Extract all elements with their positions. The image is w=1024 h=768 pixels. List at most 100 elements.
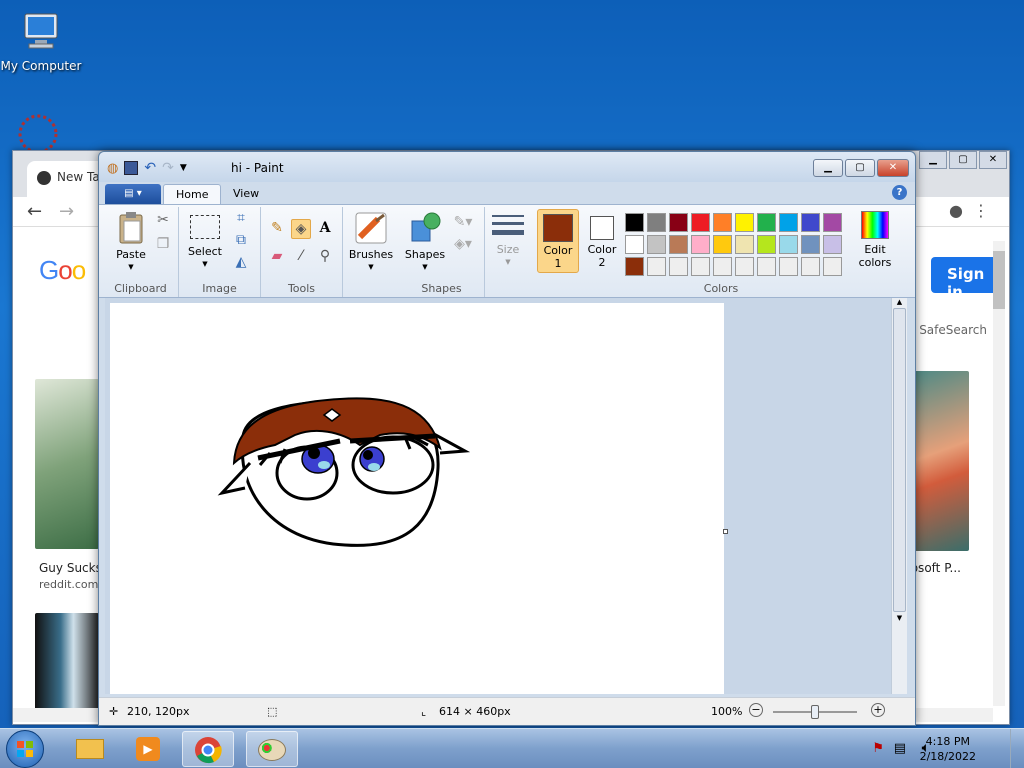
- palette-swatch[interactable]: [801, 257, 820, 276]
- forward-icon[interactable]: →: [59, 201, 74, 222]
- sign-in-button[interactable]: Sign in: [931, 257, 995, 301]
- zoom-out-button[interactable]: −: [749, 703, 763, 717]
- palette-swatch[interactable]: [669, 213, 688, 232]
- palette-swatch[interactable]: [669, 257, 688, 276]
- palette-swatch[interactable]: [735, 257, 754, 276]
- palette-swatch[interactable]: [779, 235, 798, 254]
- rotate-icon[interactable]: ◭: [231, 253, 251, 273]
- color1-button[interactable]: Color 1: [537, 209, 579, 273]
- back-icon[interactable]: ←: [27, 201, 42, 222]
- color-picker-icon[interactable]: ⁄: [291, 247, 311, 267]
- cut-icon[interactable]: ✂: [153, 211, 173, 231]
- chrome-maximize-button[interactable]: ▢: [949, 151, 977, 169]
- color2-button[interactable]: Color 2: [581, 209, 623, 273]
- canvas-resize-handle[interactable]: [723, 529, 728, 534]
- action-center-icon[interactable]: ⚑: [872, 741, 884, 756]
- size-button[interactable]: Size ▼: [489, 211, 527, 269]
- palette-swatch[interactable]: [801, 213, 820, 232]
- save-icon[interactable]: [124, 161, 139, 175]
- edit-colors-button[interactable]: Edit colors: [853, 211, 897, 269]
- palette-swatch[interactable]: [779, 257, 798, 276]
- start-button[interactable]: [6, 730, 44, 768]
- scrollbar-thumb[interactable]: [893, 308, 906, 612]
- select-button[interactable]: Select ▼: [183, 213, 227, 271]
- brushes-button[interactable]: Brushes ▼: [347, 211, 395, 274]
- taskbar-explorer[interactable]: [64, 731, 116, 767]
- paint-titlebar[interactable]: ◍ ↶ ↷ ▼ hi - Paint ▁ ▢ ✕: [99, 152, 915, 182]
- chrome-minimize-button[interactable]: ▁: [919, 151, 947, 169]
- result-2-title[interactable]: osoft P...: [911, 561, 961, 575]
- taskbar-media-player[interactable]: ▶: [122, 731, 174, 767]
- outline-icon[interactable]: ✎▾: [453, 213, 473, 233]
- eraser-icon[interactable]: ▰: [267, 247, 287, 267]
- paint-app-icon[interactable]: ◍: [107, 161, 118, 176]
- fill-icon[interactable]: ◈: [291, 219, 311, 239]
- zoom-slider-thumb[interactable]: [811, 705, 819, 719]
- tab-home[interactable]: Home: [163, 184, 222, 204]
- menu-icon[interactable]: ⋮: [973, 201, 989, 220]
- redo-icon[interactable]: ↷: [162, 160, 174, 176]
- palette-swatch[interactable]: [801, 235, 820, 254]
- minimize-button[interactable]: ▁: [813, 159, 843, 177]
- palette-swatch[interactable]: [669, 235, 688, 254]
- zoom-in-button[interactable]: +: [871, 703, 885, 717]
- palette-swatch[interactable]: [823, 213, 842, 232]
- palette-swatch[interactable]: [823, 257, 842, 276]
- chrome-close-button[interactable]: ✕: [979, 151, 1007, 169]
- shapes-button[interactable]: Shapes ▼: [401, 211, 449, 274]
- result-image-1[interactable]: [35, 379, 99, 549]
- help-icon[interactable]: ?: [892, 185, 907, 200]
- text-icon[interactable]: A: [315, 219, 335, 239]
- palette-swatch[interactable]: [625, 213, 644, 232]
- palette-swatch[interactable]: [691, 213, 710, 232]
- chrome-scrollbar[interactable]: [993, 241, 1005, 706]
- palette-swatch[interactable]: [823, 235, 842, 254]
- network-icon[interactable]: ▤: [894, 741, 906, 756]
- taskbar-paint[interactable]: [246, 731, 298, 767]
- palette-swatch[interactable]: [625, 257, 644, 276]
- palette-swatch[interactable]: [647, 213, 666, 232]
- palette-swatch[interactable]: [625, 235, 644, 254]
- palette-swatch[interactable]: [647, 235, 666, 254]
- qat-dropdown-icon[interactable]: ▼: [180, 163, 187, 173]
- palette-swatch[interactable]: [757, 235, 776, 254]
- palette-swatch[interactable]: [735, 235, 754, 254]
- zoom-slider[interactable]: [773, 705, 857, 719]
- resize-icon[interactable]: ⧉: [231, 231, 251, 251]
- taskbar-chrome[interactable]: [182, 731, 234, 767]
- palette-swatch[interactable]: [757, 257, 776, 276]
- canvas-vertical-scrollbar[interactable]: ▲ ▼: [891, 298, 907, 694]
- show-desktop-button[interactable]: [1010, 729, 1024, 768]
- crop-icon[interactable]: ⌗: [231, 209, 251, 229]
- paste-button[interactable]: Paste ▼: [109, 211, 153, 274]
- palette-swatch[interactable]: [691, 235, 710, 254]
- account-icon[interactable]: ●: [949, 201, 963, 220]
- palette-swatch[interactable]: [713, 257, 732, 276]
- palette-swatch[interactable]: [713, 213, 732, 232]
- result-image-3[interactable]: [35, 613, 99, 713]
- close-button[interactable]: ✕: [877, 159, 909, 177]
- fill-style-icon[interactable]: ◈▾: [453, 235, 473, 255]
- pencil-icon[interactable]: ✎: [267, 219, 287, 239]
- result-1-title[interactable]: Guy Sucks: [39, 561, 102, 575]
- magnifier-icon[interactable]: ⚲: [315, 247, 335, 267]
- copy-icon[interactable]: ❐: [153, 235, 173, 255]
- clock[interactable]: 4:18 PM 2/18/2022: [920, 734, 976, 764]
- palette-swatch[interactable]: [713, 235, 732, 254]
- cursor-position-icon: ✛: [109, 705, 119, 718]
- file-menu-button[interactable]: ▤ ▾: [105, 184, 161, 204]
- palette-swatch[interactable]: [757, 213, 776, 232]
- undo-icon[interactable]: ↶: [144, 160, 156, 176]
- palette-swatch[interactable]: [647, 257, 666, 276]
- palette-swatch[interactable]: [779, 213, 798, 232]
- paint-window[interactable]: ◍ ↶ ↷ ▼ hi - Paint ▁ ▢ ✕ ▤ ▾ Home View ?…: [98, 151, 916, 726]
- safesearch-label[interactable]: SafeSearch: [919, 323, 987, 337]
- drawing-canvas[interactable]: [110, 303, 728, 694]
- palette-swatch[interactable]: [735, 213, 754, 232]
- result-image-2[interactable]: [913, 371, 969, 551]
- desktop-icon-my-computer[interactable]: My Computer: [0, 10, 82, 73]
- maximize-button[interactable]: ▢: [845, 159, 875, 177]
- tab-view[interactable]: View: [221, 184, 271, 204]
- canvas-area[interactable]: [105, 298, 891, 694]
- palette-swatch[interactable]: [691, 257, 710, 276]
